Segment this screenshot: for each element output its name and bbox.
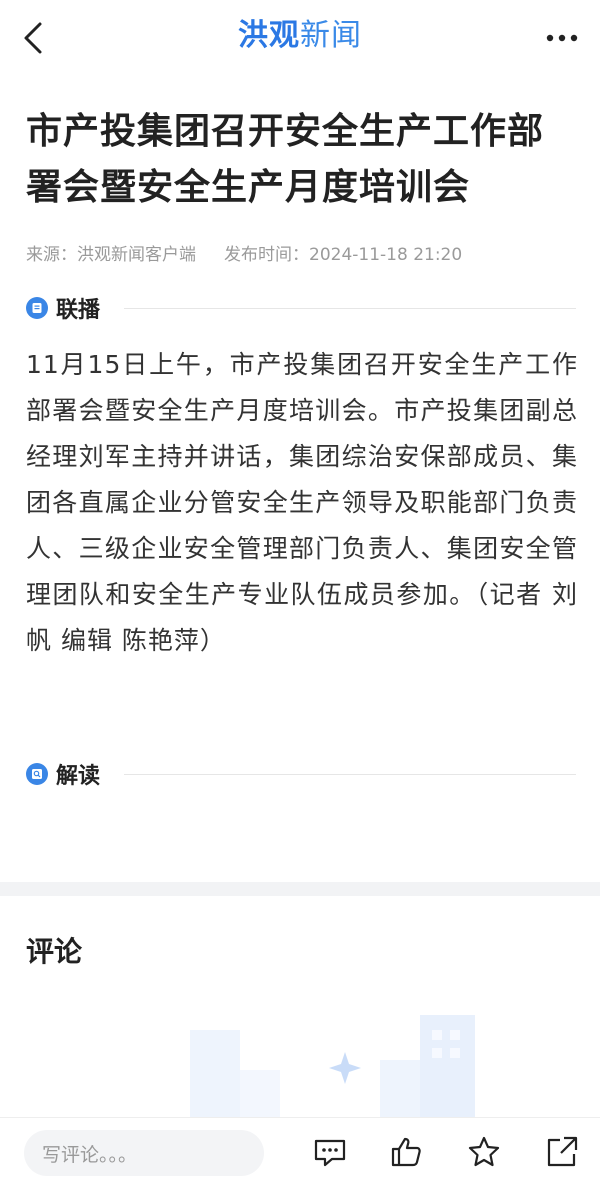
- back-button[interactable]: [14, 18, 54, 58]
- logo-part1: 洪观: [238, 18, 300, 53]
- section-jiedu-header: 解读: [26, 758, 576, 790]
- share-button[interactable]: [544, 1134, 580, 1170]
- share-icon: [547, 1136, 578, 1167]
- analysis-icon: [26, 763, 48, 785]
- chevron-left-icon: [24, 22, 42, 54]
- app-logo: 洪观新闻: [238, 21, 362, 51]
- article-title: 市产投集团召开安全生产工作部署会暨安全生产月度培训会: [26, 111, 545, 208]
- comment-input[interactable]: 写评论。。。: [24, 1130, 264, 1176]
- more-dots-icon: [546, 34, 578, 42]
- article-body: 11月15日上午，市产投集团召开安全生产工作部署会暨安全生产月度培训会。市产投集…: [26, 350, 578, 655]
- publish-time: 发布时间：2024-11-18 21:20: [224, 245, 463, 265]
- like-button[interactable]: [388, 1134, 424, 1170]
- section-divider: [124, 773, 576, 775]
- comment-icon: [314, 1139, 346, 1167]
- section-lianbo-header: 联播: [26, 292, 576, 324]
- comments-title: 评论: [26, 935, 83, 968]
- document-icon: [26, 297, 48, 319]
- section-divider: [124, 307, 576, 309]
- star-icon: [468, 1136, 500, 1167]
- logo-part2: 新闻: [300, 18, 362, 53]
- like-icon: [391, 1137, 421, 1167]
- favorite-button[interactable]: [466, 1134, 502, 1170]
- more-button[interactable]: [542, 18, 582, 58]
- article-source: 来源：洪观新闻客户端: [26, 245, 196, 265]
- section-jiedu-label: 解读: [56, 764, 101, 789]
- bottom-bar: 写评论。。。: [0, 1117, 600, 1194]
- top-bar: 洪观新闻: [0, 0, 600, 72]
- section-lianbo-label: 联播: [56, 298, 101, 323]
- comment-button[interactable]: [312, 1134, 348, 1170]
- article-meta: 来源：洪观新闻客户端 发布时间：2024-11-18 21:20: [26, 240, 578, 265]
- empty-comments-illustration: [190, 1015, 475, 1120]
- section-separator: [0, 882, 600, 896]
